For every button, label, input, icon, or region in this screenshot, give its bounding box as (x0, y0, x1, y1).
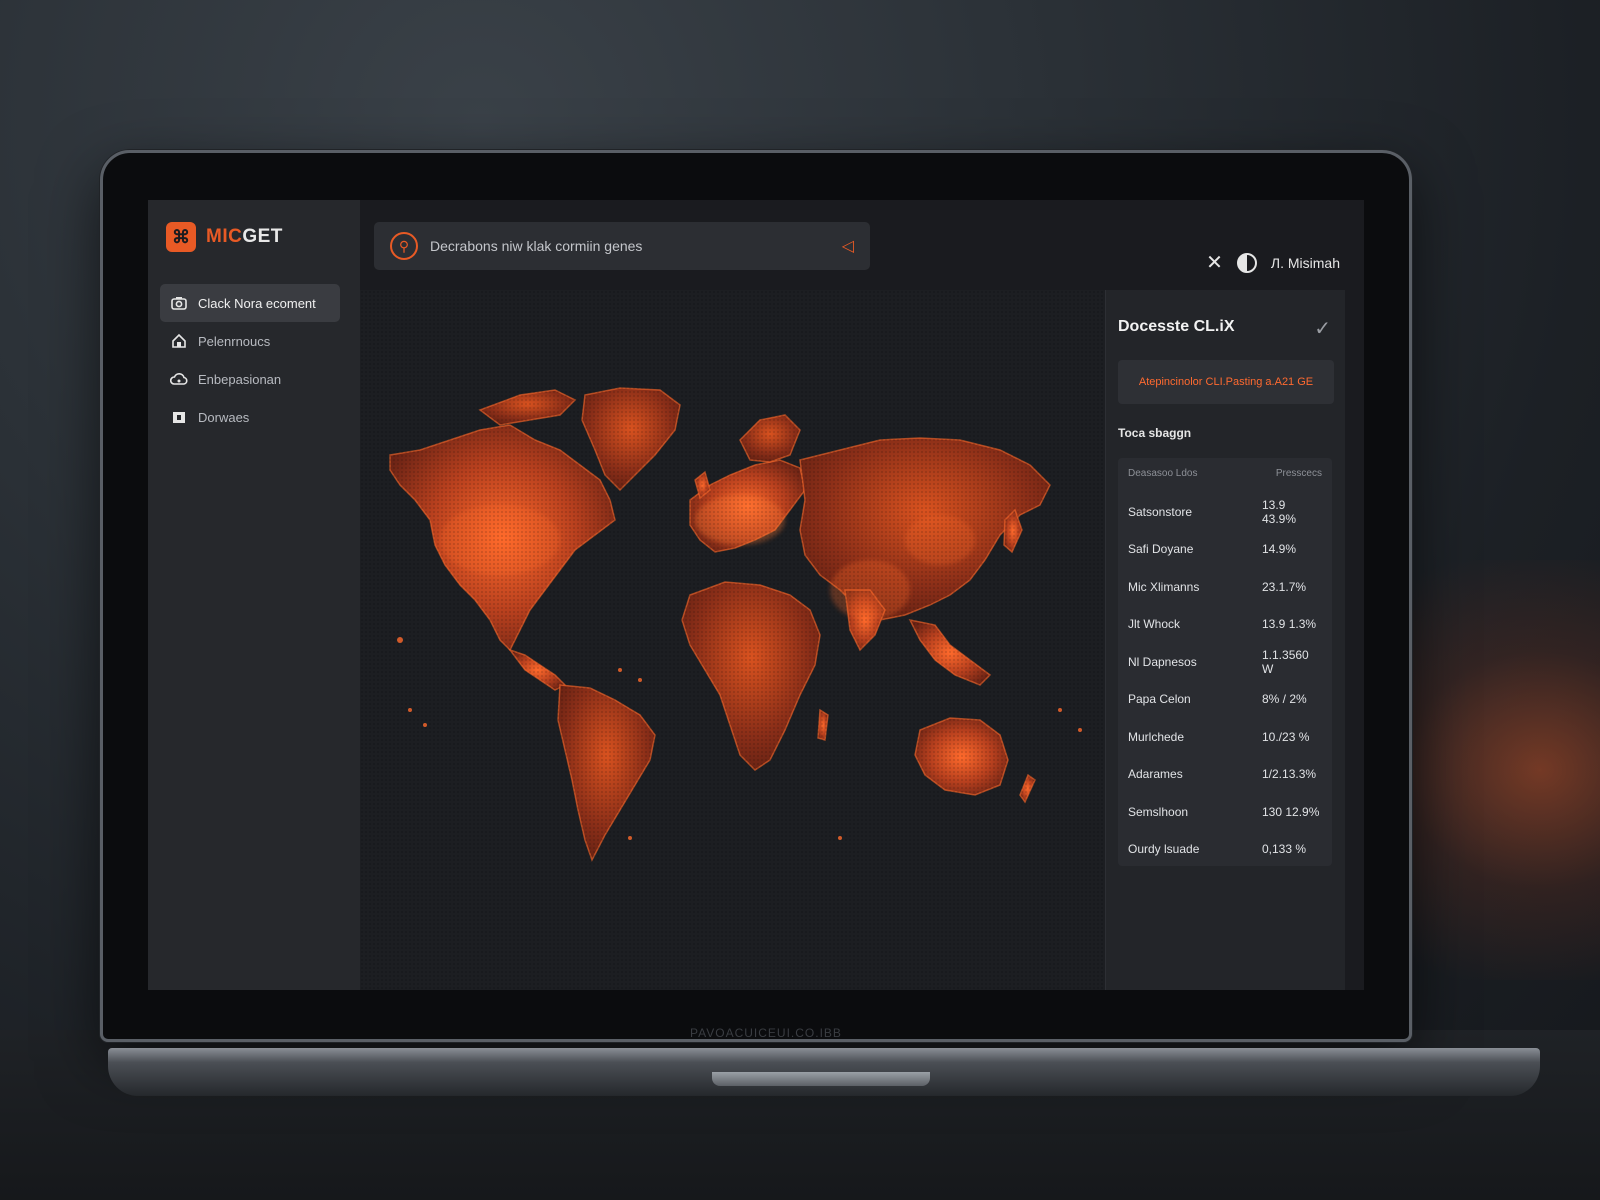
sidebar-item-clack[interactable]: Clack Nora ecoment (160, 284, 340, 322)
table-cell: 1.1.3560 W (1262, 647, 1309, 676)
table-cell: Semslhoon (1128, 804, 1189, 819)
table-cell: 14.9% (1262, 542, 1297, 557)
close-icon[interactable]: ✕ (1206, 250, 1223, 275)
table-row[interactable]: Mic Xlimanns 23.1.7% (1128, 568, 1322, 606)
table-header-cell: Deasasoo Ldos (1128, 468, 1198, 479)
cloud-icon (170, 370, 188, 388)
table-row[interactable]: Semslhoon 130 12.9% (1128, 793, 1322, 831)
search-input[interactable]: Decrabons niw klak cormiin genes (430, 238, 830, 254)
table-header-cell: Presscecs (1275, 468, 1322, 479)
table-cell: 10./23 % (1262, 729, 1310, 744)
brand-logo-icon: ⌘ (166, 222, 196, 252)
bezel-label: PAVOACUICEUI.CO.IBB (690, 1026, 842, 1040)
table-cell: 23.1.7% (1262, 579, 1307, 594)
sidebar-item-label: Clack Nora ecoment (198, 295, 316, 311)
sidebar-item-pelenrnoucs[interactable]: Pelenrnoucs (160, 322, 340, 360)
table-row[interactable]: Safi Doyane 14.9% (1128, 531, 1322, 569)
map-dot-texture (360, 290, 1105, 990)
table-cell: Papa Celon (1128, 692, 1191, 707)
laptop-notch (712, 1072, 930, 1086)
theme-toggle-icon[interactable] (1236, 252, 1257, 273)
table-row[interactable]: Satsonstore 13.9 43.9% (1128, 493, 1322, 531)
brand[interactable]: ⌘ MICGET (166, 222, 283, 252)
table-cell: Safi Doyane (1128, 542, 1194, 557)
sidebar-nav: Clack Nora ecoment Pelenrnoucs Enbepasio… (160, 284, 340, 436)
table-cell: Jlt Whock (1128, 617, 1181, 632)
details-panel: Docesste CL.iX ✓ Atepincinolor CLI.Pasti… (1105, 290, 1345, 990)
sidebar-item-label: Dorwaes (198, 409, 250, 425)
sidebar-item-dorwaes[interactable]: Dorwaes (160, 398, 340, 436)
table-cell: Nl Dapnesos (1128, 654, 1197, 669)
person-pin-icon: ⚲ (390, 232, 418, 260)
brand-name-suffix: GET (242, 226, 283, 247)
table-cell: Adarames (1128, 767, 1183, 782)
world-map[interactable] (360, 290, 1105, 990)
table-cell: 0,133 % (1262, 842, 1307, 857)
world-map-panel (360, 290, 1105, 990)
brand-name: MICGET (206, 226, 283, 248)
table-header: Deasasoo Ldos Presscecs (1128, 468, 1322, 493)
home-icon (170, 332, 188, 350)
table-cell: 8% / 2% (1262, 692, 1307, 707)
panel-title: Docesste CL.iX (1118, 318, 1235, 335)
table-row[interactable]: Murlchede 10./23 % (1128, 718, 1322, 756)
sidebar-item-enbepasionan[interactable]: Enbepasionan (160, 360, 340, 398)
panel-subtitle: Toca sbaggn (1118, 426, 1192, 440)
table-cell: 13.9 1.3% (1262, 617, 1317, 632)
table-row[interactable]: Nl Dapnesos 1.1.3560 W (1128, 643, 1322, 681)
table-cell: Ourdy lsuade (1128, 842, 1200, 857)
search-bar[interactable]: ⚲ Decrabons niw klak cormiin genes ◁ (374, 222, 870, 270)
table-cell: Murlchede (1128, 729, 1185, 744)
table-row[interactable]: Papa Celon 8% / 2% (1128, 681, 1322, 719)
sidebar: ⌘ MICGET Clack Nora ecoment Pelenrnoucs (148, 200, 360, 990)
camera-icon (170, 294, 188, 312)
user-name[interactable]: Л. Misimah (1271, 255, 1340, 271)
table-cell: Mic Xlimanns (1128, 579, 1200, 594)
table-row[interactable]: Jlt Whock 13.9 1.3% (1128, 606, 1322, 644)
sidebar-item-label: Pelenrnoucs (198, 333, 271, 349)
table-row[interactable]: Ourdy lsuade 0,133 % (1128, 831, 1322, 869)
table-cell: Satsonstore (1128, 504, 1193, 519)
brand-name-prefix: MIC (206, 226, 243, 247)
laptop-screen: ⌘ MICGET Clack Nora ecoment Pelenrnoucs (148, 200, 1364, 990)
topbar-actions: ✕ Л. Misimah (1206, 250, 1340, 275)
table-row[interactable]: Adarames 1/2.13.3% (1128, 756, 1322, 794)
table-cell: 13.9 43.9% (1262, 497, 1297, 526)
sidebar-item-label: Enbepasionan (198, 371, 282, 387)
checkmark-icon[interactable]: ✓ (1314, 316, 1331, 341)
table-cell: 130 12.9% (1262, 804, 1320, 819)
megaphone-icon[interactable]: ◁ (842, 236, 854, 256)
box-icon (170, 408, 188, 426)
alert-banner[interactable]: Atepincinolor CLI.Pasting a.A21 GE (1118, 360, 1334, 404)
table-cell: 1/2.13.3% (1262, 767, 1317, 782)
stats-table: Deasasoo Ldos Presscecs Satsonstore 13.9 … (1118, 458, 1332, 866)
